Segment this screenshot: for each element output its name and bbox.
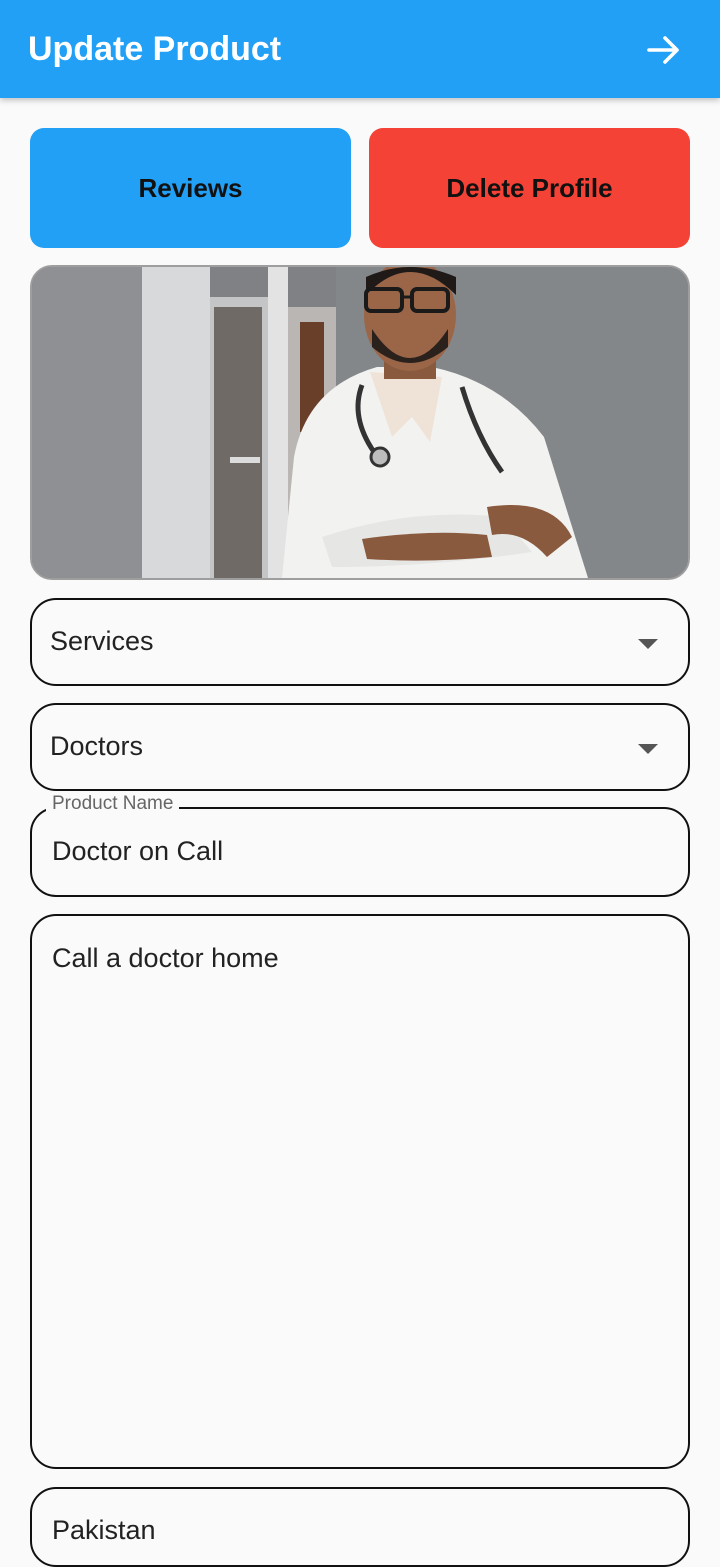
location-input[interactable]: Pakistan — [52, 1515, 156, 1546]
app-bar: Update Product — [0, 0, 720, 98]
product-name-field[interactable]: Product Name Doctor on Call — [30, 793, 690, 897]
product-name-label: Product Name — [46, 793, 180, 815]
description-input[interactable]: Call a doctor home — [52, 943, 279, 974]
subcategory-value: Doctors — [50, 731, 144, 761]
caret-down-icon — [638, 638, 658, 656]
caret-down-icon — [638, 743, 658, 761]
delete-profile-button[interactable]: Delete Profile — [369, 128, 690, 248]
product-name-input[interactable]: Doctor on Call — [52, 836, 223, 867]
location-field[interactable]: Pakistan — [30, 1487, 690, 1567]
arrow-right-icon[interactable] — [640, 26, 688, 74]
reviews-button[interactable]: Reviews — [30, 128, 351, 248]
page-title: Update Product — [28, 30, 282, 68]
subcategory-dropdown[interactable]: Doctors — [30, 703, 690, 791]
product-image[interactable] — [30, 265, 690, 580]
category-value: Services — [50, 626, 154, 656]
category-dropdown[interactable]: Services — [30, 598, 690, 686]
description-field[interactable]: Call a doctor home — [30, 914, 690, 1469]
